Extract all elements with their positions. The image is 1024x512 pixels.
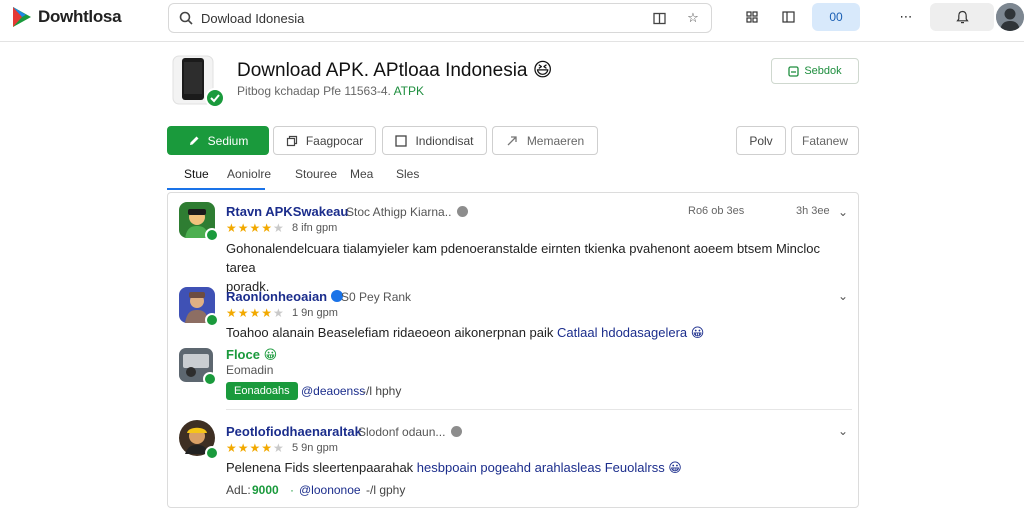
reply-link[interactable]: @deaoenss: [301, 384, 365, 398]
share-arrow-icon: [507, 135, 517, 145]
post-3-tail: -/l gphy: [366, 483, 406, 497]
post-1-meta: Stoc Athigp Kiarna..: [346, 205, 469, 219]
post-2-chevron-down-icon[interactable]: ⌄: [836, 289, 850, 303]
search-input[interactable]: [201, 10, 641, 26]
post-3-avatar[interactable]: [179, 420, 219, 460]
extensions-toolbar: 00 ⋯: [738, 3, 1024, 31]
tab-5[interactable]: Sles: [396, 167, 419, 181]
reply-tail: -/l hphy: [362, 384, 402, 398]
post-3-chevron-down-icon[interactable]: ⌄: [836, 424, 850, 438]
post-3-meta: Slodonf odaun...: [358, 425, 463, 439]
subtitle-prefix: Pitbog kchadap Pfe 11563-4.: [237, 84, 391, 98]
top-action-label: Sebdok: [804, 65, 842, 77]
post-3-footer-label: AdL:: [226, 483, 251, 497]
post-3-meta-2: 5 9n gpm: [292, 442, 338, 454]
toolbar-button-4[interactable]: Memaeren: [492, 126, 598, 155]
post-1-time-b: 3h 3ee: [796, 205, 830, 217]
post-2-rating: ★★★★★: [226, 306, 285, 320]
post-3-stars-empty: ★: [273, 441, 285, 455]
post-1-body: Gohonalendelcuara tialamyieler kam pdeno…: [226, 241, 821, 294]
primary-action-button[interactable]: Sedium: [167, 126, 269, 155]
play-logo-icon: [13, 7, 31, 27]
post-2-stars-filled: ★★★★: [226, 306, 274, 320]
post-3-stars-filled: ★★★★: [226, 441, 274, 455]
post-2-body: Toahoo alanain Beaselefiam ridaeoeon aik…: [226, 325, 705, 340]
user-avatar[interactable]: [996, 3, 1024, 31]
post-divider: [226, 409, 852, 410]
toolbar-button-4-label: Memaeren: [526, 133, 585, 148]
primary-action-label: Sedium: [207, 133, 249, 148]
toolbar-button-2-label: Faagpocar: [305, 133, 364, 148]
page-subtitle: Pitbog kchadap Pfe 11563-4. ATPK: [237, 84, 424, 98]
post-1-avatar[interactable]: [179, 202, 219, 242]
toolbar-button-2[interactable]: Faagpocar: [273, 126, 376, 155]
post-3-dot-separator: ·: [290, 483, 294, 497]
notifications-button[interactable]: [930, 3, 994, 31]
post-3-body: Pelenena Fids sleertenpaarahak hesbpoain…: [226, 460, 682, 475]
post-1-check-icon: [457, 206, 469, 217]
tab-1[interactable]: Stue: [184, 167, 209, 181]
app-icon: [171, 54, 225, 108]
brand-logo[interactable]: Dowhtlosa: [10, 5, 122, 29]
toolbar-button-6[interactable]: Fatanew: [791, 126, 859, 155]
feed-card: Rtavn APKSwakeau Stoc Athigp Kiarna.. ★★…: [167, 192, 859, 508]
post-2-stars-empty: ★: [273, 306, 285, 320]
page-title: Download APK. APtloaa Indonesia 😆: [237, 60, 553, 81]
tab-4[interactable]: Mea: [350, 167, 373, 181]
post-2-avatar[interactable]: [179, 287, 219, 327]
post-1-verified-badge: [205, 228, 219, 242]
post-1-stars-filled: ★★★★: [226, 221, 274, 235]
post-2-verified-badge: [205, 313, 219, 327]
top-action-button[interactable]: Sebdok: [771, 58, 859, 84]
checkbox-icon: [395, 134, 408, 147]
bell-icon: [955, 10, 969, 24]
star-icon[interactable]: ☆: [683, 8, 703, 28]
subtitle-version: ATPK: [393, 84, 425, 98]
download-icon: [788, 65, 799, 77]
tab-3[interactable]: Stouree: [295, 167, 337, 181]
pencil-icon: [189, 136, 199, 145]
post-2-author[interactable]: Raonlonheoaian: [226, 289, 344, 304]
post-3-author[interactable]: Peotlofiodhaenaraltak: [226, 424, 362, 439]
reply-tag-button[interactable]: Eonadoahs: [226, 382, 298, 400]
reader-icon[interactable]: [649, 8, 669, 28]
post-1-chevron-down-icon[interactable]: ⌄: [836, 205, 850, 219]
toolbar-button-5[interactable]: Polv: [736, 126, 786, 155]
reply-subtitle: Eomadin: [226, 363, 274, 377]
reply-verified-badge: [203, 372, 217, 386]
reply-dot-separator: ·: [292, 384, 296, 398]
post-1-author[interactable]: Rtavn APKSwakeau: [226, 204, 348, 219]
post-3-check-icon: [451, 426, 463, 437]
post-3-rating: ★★★★★: [226, 441, 285, 455]
post-1-time-a: Ro6 ob 3es: [688, 205, 745, 217]
top-bar: Dowhtlosa ☆ 00 ⋯: [0, 0, 1024, 42]
post-3-link[interactable]: @loononoe: [299, 483, 361, 497]
reply-author[interactable]: Floce 😀: [226, 347, 277, 363]
post-1-meta-2: 8 ifn gpm: [292, 222, 338, 234]
active-tab-indicator: [167, 188, 265, 190]
copy-icon: [286, 135, 297, 146]
search-box[interactable]: ☆: [168, 3, 712, 33]
more-options-icon[interactable]: ⋯: [892, 3, 920, 31]
search-icon: [179, 11, 193, 25]
reply-avatar[interactable]: [179, 348, 217, 386]
post-2-meta-2: 1 9n gpm: [292, 307, 338, 319]
post-1-rating: ★★★★★: [226, 221, 285, 235]
brand-name: Dowhtlosa: [38, 7, 122, 26]
toolbar-button-3-label: Indiondisat: [415, 133, 474, 148]
post-3-verified-badge: [205, 446, 219, 460]
profile-pill-button[interactable]: 00: [812, 3, 860, 31]
tab-2[interactable]: Aoniolre: [227, 167, 271, 181]
post-3-footer-value: 9000: [252, 483, 279, 497]
tab-bar: Stue Aoniolre Stouree Mea Sles: [167, 162, 859, 192]
grid-icon[interactable]: [738, 3, 766, 31]
toolbar-button-3[interactable]: Indiondisat: [382, 126, 487, 155]
post-1-stars-empty: ★: [273, 221, 285, 235]
sidebar-icon[interactable]: [774, 3, 802, 31]
post-2-meta: S0 Pey Rank: [341, 290, 412, 304]
